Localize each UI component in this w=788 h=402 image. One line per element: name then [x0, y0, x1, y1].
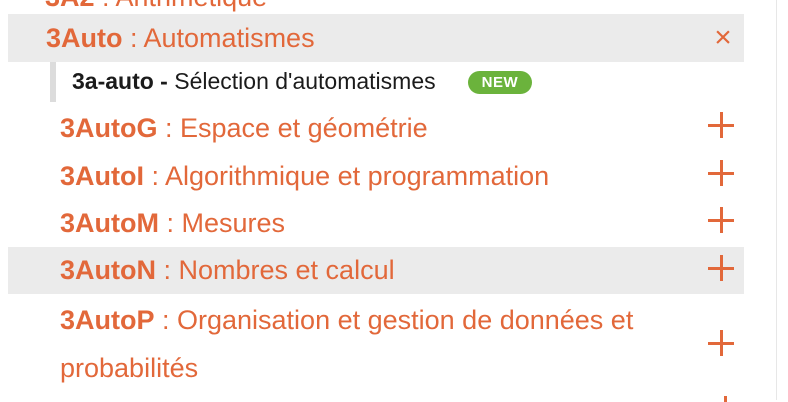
new-badge: NEW	[467, 70, 533, 94]
theme-row-3auton[interactable]: 3AutoN : Nombres et calcul	[8, 247, 744, 294]
theme-row-3autoi[interactable]: 3AutoI : Algorithmique et programmation	[8, 152, 744, 200]
plus-icon[interactable]	[708, 330, 734, 356]
category-title: 3Auto : Automatismes	[46, 22, 315, 54]
category-label: : Arithmétique	[95, 0, 267, 12]
exercise-separator: -	[153, 68, 175, 95]
partial-category-heading[interactable]: 3A2 : Arithmétique	[45, 0, 267, 13]
theme-title: 3AutoP : Organisation et gestion de donn…	[60, 296, 700, 392]
category-row-automatismes[interactable]: 3Auto : Automatismes ×	[8, 14, 744, 62]
theme-row-3autog[interactable]: 3AutoG : Espace et géométrie	[8, 104, 744, 152]
theme-code: 3AutoG	[60, 112, 158, 143]
close-icon[interactable]: ×	[710, 23, 736, 53]
theme-row-3autop[interactable]: 3AutoP : Organisation et gestion de donn…	[8, 296, 744, 392]
category-code: 3A2	[45, 0, 95, 12]
indent-bar	[50, 62, 56, 102]
theme-code: 3AutoN	[60, 255, 156, 286]
plus-icon[interactable]	[708, 112, 734, 138]
scrollbar-track[interactable]	[776, 0, 788, 400]
exercise-label: Sélection d'automatismes	[174, 68, 436, 95]
theme-label: : Algorithmique et programmation	[144, 160, 550, 191]
theme-row-3autom[interactable]: 3AutoM : Mesures	[8, 199, 744, 247]
theme-code: 3AutoP	[60, 305, 155, 335]
theme-code: 3AutoM	[60, 207, 159, 238]
plus-icon[interactable]	[708, 255, 734, 281]
category-label: : Automatismes	[122, 22, 315, 53]
exercise-item-3a-auto[interactable]: 3a-auto - Sélection d'automatismes NEW	[50, 62, 744, 102]
theme-label: : Mesures	[158, 207, 286, 238]
theme-label: : Espace et géométrie	[157, 112, 428, 143]
theme-title: 3AutoN : Nombres et calcul	[60, 254, 395, 286]
theme-label: : Nombres et calcul	[156, 255, 395, 286]
theme-title: 3AutoM : Mesures	[60, 207, 285, 239]
exercise-title: 3a-auto - Sélection d'automatismes	[72, 68, 436, 96]
exercise-code: 3a-auto	[72, 68, 154, 95]
plus-icon[interactable]	[712, 394, 738, 402]
category-code: 3Auto	[46, 22, 123, 53]
plus-icon[interactable]	[708, 207, 734, 233]
theme-code: 3AutoI	[60, 160, 144, 191]
theme-title: 3AutoG : Espace et géométrie	[60, 112, 428, 144]
theme-title: 3AutoI : Algorithmique et programmation	[60, 160, 549, 192]
plus-icon[interactable]	[708, 160, 734, 186]
